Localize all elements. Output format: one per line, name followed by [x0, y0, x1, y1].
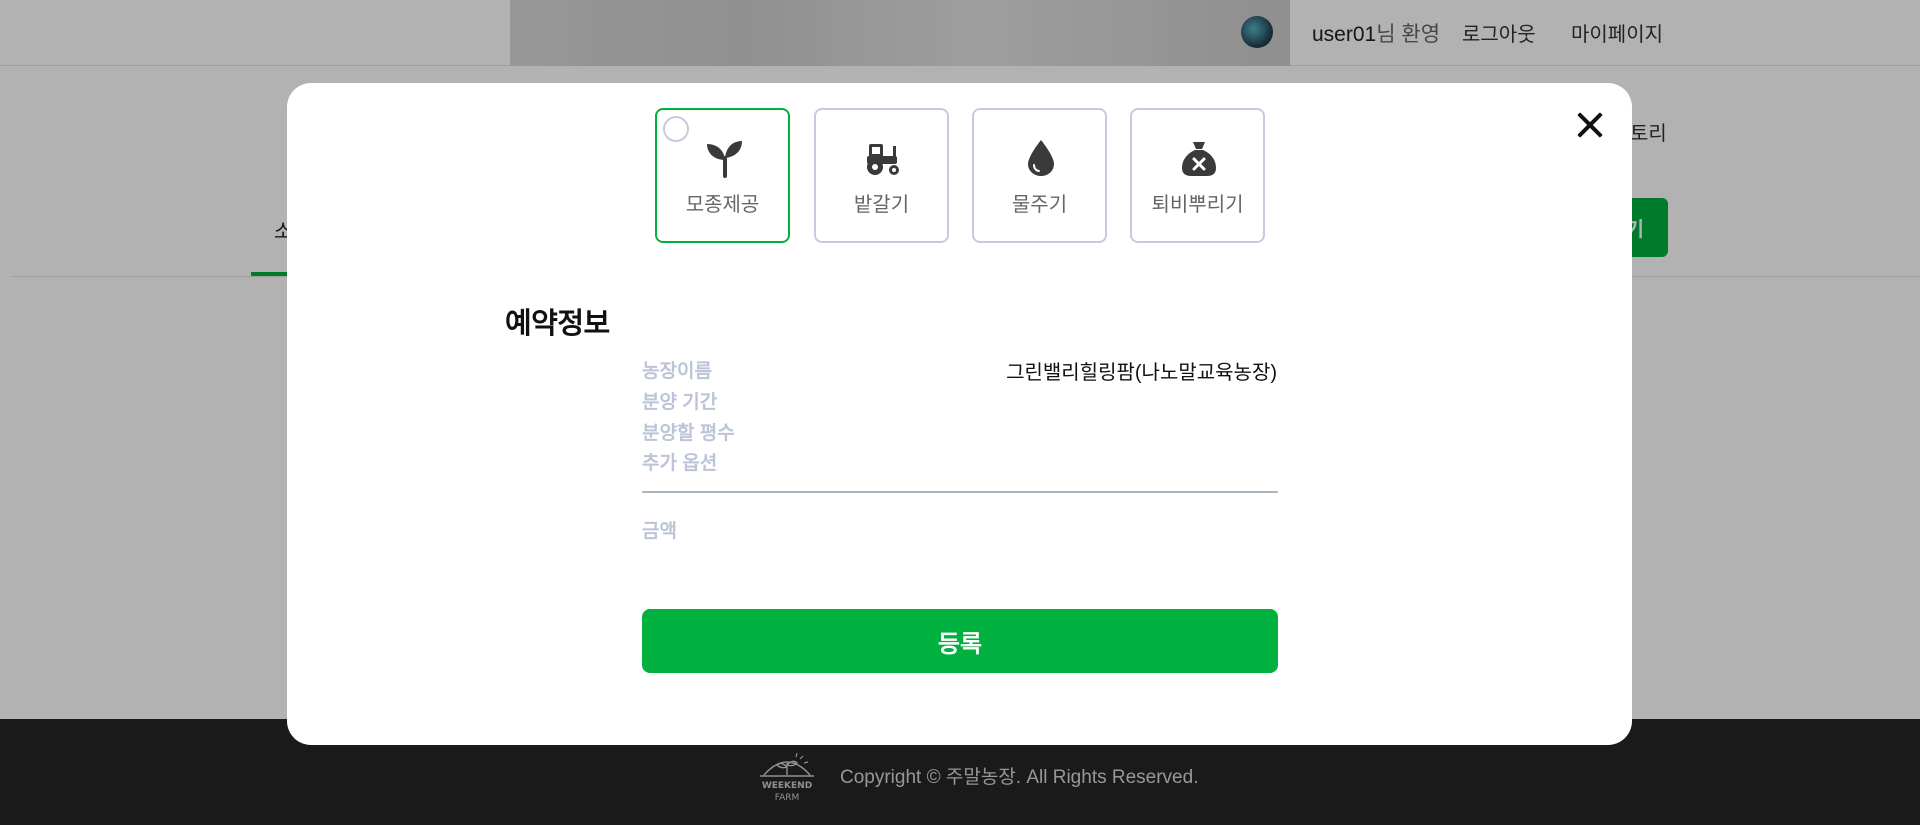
- farm-name-value: 그린밸리힐링팜(나노말교육농장): [1006, 362, 1277, 384]
- area-label: 분양할 평수: [642, 423, 735, 444]
- option-radio[interactable]: [663, 116, 689, 142]
- compost-bag-icon: [1182, 142, 1216, 176]
- option-card-compost[interactable]: 퇴비뿌리기: [1130, 108, 1265, 243]
- option-card-plowing[interactable]: 밭갈기: [814, 108, 949, 243]
- price-label: 금액: [642, 521, 677, 542]
- option-label: 밭갈기: [853, 194, 910, 216]
- option-label: 물주기: [1011, 194, 1068, 216]
- extra-option-label: 추가 옵션: [642, 453, 718, 474]
- option-card-watering[interactable]: 물주기: [972, 108, 1107, 243]
- register-button[interactable]: 등록: [642, 609, 1278, 673]
- option-card-seedling[interactable]: 모종제공: [655, 108, 790, 243]
- tractor-icon: [867, 144, 899, 175]
- water-drop-icon: [1028, 140, 1054, 176]
- option-label: 퇴비뿌리기: [1151, 194, 1244, 216]
- farm-name-label: 농장이름: [642, 361, 712, 382]
- divider: [642, 491, 1278, 493]
- sprout-icon: [707, 141, 742, 178]
- section-title: 예약정보: [505, 308, 610, 340]
- option-label: 모종제공: [685, 194, 760, 216]
- period-label: 분양 기간: [642, 392, 718, 413]
- close-icon[interactable]: [1575, 110, 1605, 140]
